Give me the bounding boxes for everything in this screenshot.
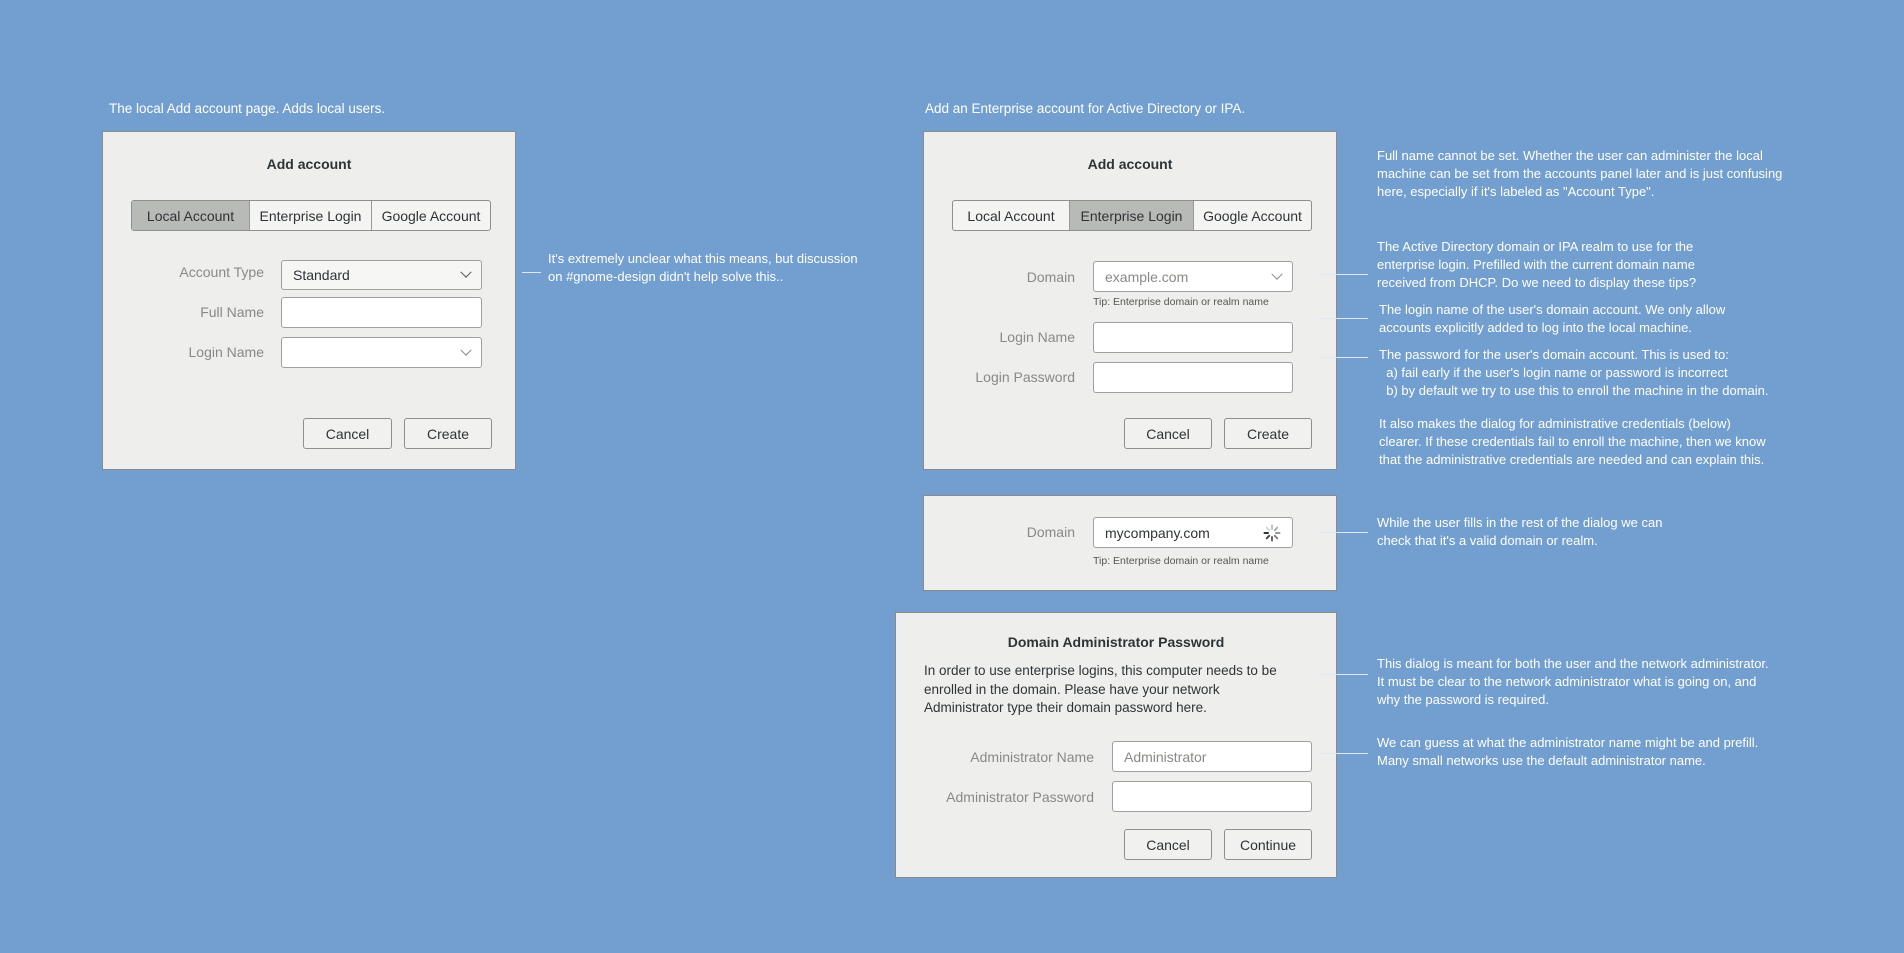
account-type-label: Account Type [179, 264, 264, 280]
domain-tip: Tip: Enterprise domain or realm name [1093, 296, 1269, 308]
admin-name-label: Administrator Name [970, 749, 1094, 765]
dialog-title: Add account [266, 156, 352, 172]
tab-google-account[interactable]: Google Account [1194, 201, 1311, 230]
tab-google-account[interactable]: Google Account [372, 201, 490, 230]
chevron-down-icon [460, 266, 472, 278]
full-name-label: Full Name [200, 304, 264, 320]
annotation-domain-check: While the user fills in the rest of the … [1377, 515, 1663, 548]
admin-password-label: Administrator Password [946, 789, 1094, 805]
annotation-domain: The Active Directory domain or IPA realm… [1377, 239, 1697, 290]
login-name-input[interactable] [1093, 322, 1293, 353]
domain-combo[interactable]: example.com [1093, 261, 1293, 292]
local-caption: The local Add account page. Adds local u… [109, 101, 386, 116]
chevron-down-icon [1271, 268, 1283, 280]
cancel-button[interactable]: Cancel [1124, 418, 1212, 449]
local-add-account-dialog: Add account Local Account Enterprise Log… [102, 131, 516, 470]
domain-admin-password-dialog: Domain Administrator Password In order t… [895, 612, 1337, 878]
annotation-leader [1320, 674, 1368, 675]
annotation-admin-dialog: This dialog is meant for both the user a… [1377, 656, 1769, 707]
login-name-label: Login Name [999, 329, 1076, 345]
annotation-password: The password for the user's domain accou… [1379, 347, 1769, 398]
annotation-admin-name: We can guess at what the administrator n… [1377, 735, 1759, 768]
cancel-button[interactable]: Cancel [303, 418, 392, 449]
create-button[interactable]: Create [1224, 418, 1312, 449]
spinner-icon [1263, 524, 1281, 541]
tab-enterprise-login[interactable]: Enterprise Login [250, 201, 372, 230]
domain-tip: Tip: Enterprise domain or realm name [1093, 555, 1269, 567]
account-type-value: Standard [293, 267, 350, 283]
tab-local-account[interactable]: Local Account [132, 201, 250, 230]
domain-placeholder: example.com [1105, 268, 1189, 285]
account-type-tabs: Local Account Enterprise Login Google Ac… [131, 200, 491, 231]
annotation-leader [522, 272, 541, 273]
admin-name-placeholder: Administrator [1124, 748, 1207, 765]
chevron-down-icon [460, 344, 472, 356]
annotation-leader [1320, 753, 1368, 754]
enterprise-caption: Add an Enterprise account for Active Dir… [925, 101, 1246, 116]
admin-name-input[interactable]: Administrator [1112, 741, 1312, 772]
login-password-label: Login Password [975, 369, 1075, 385]
domain-label: Domain [1026, 269, 1075, 285]
login-name-combo[interactable] [281, 337, 482, 368]
annotation-account-type: It's extremely unclear what this means, … [548, 251, 858, 284]
annotation-leader [1320, 318, 1368, 319]
annotation-full-name: Full name cannot be set. Whether the use… [1377, 148, 1783, 199]
admin-password-input[interactable] [1112, 781, 1312, 812]
account-type-tabs: Local Account Enterprise Login Google Ac… [952, 200, 1312, 231]
dialog-body: In order to use enterprise logins, this … [924, 663, 1277, 715]
annotation-also: It also makes the dialog for administrat… [1379, 416, 1766, 467]
enterprise-add-account-dialog: Add account Local Account Enterprise Log… [923, 131, 1337, 470]
annotation-leader [1320, 357, 1368, 358]
domain-check-dialog: Domain mycompany.com Tip: Enterprise dom… [923, 495, 1337, 591]
domain-input[interactable]: mycompany.com [1093, 517, 1293, 548]
tab-enterprise-login[interactable]: Enterprise Login [1070, 201, 1194, 230]
account-type-combo[interactable]: Standard [281, 260, 482, 290]
cancel-button[interactable]: Cancel [1124, 829, 1212, 860]
full-name-input[interactable] [281, 297, 482, 328]
annotation-leader [1320, 274, 1368, 275]
dialog-title: Domain Administrator Password [1007, 634, 1225, 650]
login-password-input[interactable] [1093, 362, 1293, 393]
domain-value: mycompany.com [1105, 524, 1210, 541]
create-button[interactable]: Create [404, 418, 492, 449]
login-name-label: Login Name [188, 344, 265, 360]
annotation-login-name: The login name of the user's domain acco… [1379, 302, 1726, 335]
dialog-title: Add account [1087, 156, 1173, 172]
tab-local-account[interactable]: Local Account [953, 201, 1070, 230]
domain-label: Domain [1026, 524, 1075, 540]
annotation-leader [1320, 532, 1368, 533]
continue-button[interactable]: Continue [1224, 829, 1312, 860]
